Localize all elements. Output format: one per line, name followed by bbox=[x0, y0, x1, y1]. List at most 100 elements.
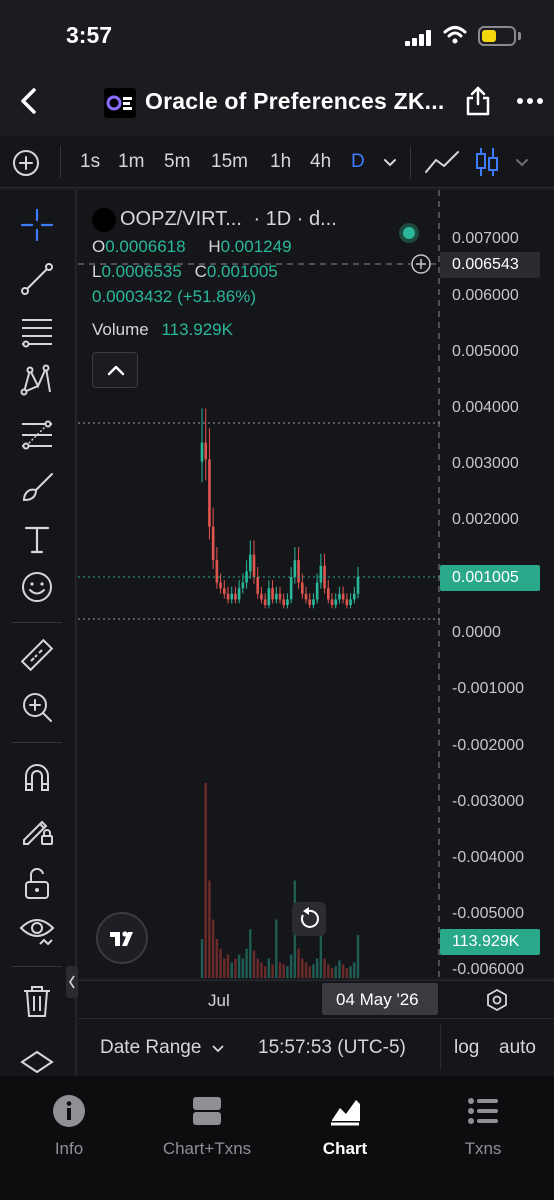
more-horizontal-icon[interactable] bbox=[516, 96, 544, 106]
volume-bar bbox=[315, 958, 319, 978]
crosshair-icon[interactable] bbox=[18, 206, 56, 244]
candle-body bbox=[204, 442, 208, 460]
price-tick: 0.003000 bbox=[452, 455, 519, 472]
timeframe-15m[interactable]: 15m bbox=[211, 151, 248, 173]
candle-body bbox=[300, 582, 304, 594]
ruler-icon[interactable] bbox=[18, 636, 56, 674]
add-indicator-icon[interactable] bbox=[12, 149, 40, 177]
status-bar: 3:57 bbox=[0, 0, 554, 70]
tab-label: Txns bbox=[464, 1139, 502, 1158]
status-time: 3:57 bbox=[66, 22, 113, 48]
chevron-left-icon[interactable] bbox=[14, 84, 44, 118]
token-logo bbox=[104, 88, 136, 118]
volume-bar bbox=[204, 783, 207, 978]
trend-line-icon[interactable] bbox=[18, 260, 56, 298]
legend-symbol: OOPZ/VIRT... bbox=[120, 208, 242, 230]
volume-bar bbox=[237, 954, 241, 978]
candle-body bbox=[308, 599, 312, 605]
emoji-icon[interactable] bbox=[18, 568, 56, 606]
eye-icon[interactable] bbox=[18, 912, 56, 950]
volume-bar bbox=[267, 958, 271, 978]
volume-bar bbox=[249, 929, 252, 978]
timeframe-d[interactable]: D bbox=[351, 151, 365, 173]
volume-bar bbox=[278, 962, 282, 978]
volume-bar bbox=[252, 950, 256, 978]
volume-bar bbox=[304, 962, 308, 978]
price-tick: 0.004000 bbox=[452, 399, 519, 416]
tab-info[interactable]: Info bbox=[0, 1094, 138, 1159]
chart-toolbar: 1s 1m 5m 15m 1h 4h D bbox=[0, 136, 554, 188]
volume-bar bbox=[334, 966, 337, 978]
tab-chart[interactable]: Chart bbox=[276, 1094, 414, 1159]
candle-body bbox=[356, 577, 360, 594]
volume-bar bbox=[345, 968, 349, 978]
volume-bar bbox=[260, 962, 263, 978]
timeframe-1m[interactable]: 1m bbox=[118, 151, 144, 173]
settings-icon[interactable] bbox=[486, 989, 508, 1011]
timeframe-1h[interactable]: 1h bbox=[270, 151, 291, 173]
candle-body bbox=[234, 593, 237, 600]
tab-txns[interactable]: Txns bbox=[414, 1094, 552, 1159]
unlock-icon[interactable] bbox=[18, 864, 56, 902]
candle-body bbox=[267, 588, 271, 605]
candle-body bbox=[341, 593, 345, 600]
pattern-icon[interactable] bbox=[18, 362, 56, 400]
volume-bar bbox=[234, 958, 237, 978]
log-scale-toggle[interactable]: log bbox=[454, 1037, 479, 1059]
cursor-price-label: 0.006543 bbox=[440, 252, 540, 278]
chevron-down-icon[interactable] bbox=[514, 155, 530, 169]
volume-bar bbox=[263, 966, 267, 978]
auto-scale-toggle[interactable]: auto bbox=[499, 1037, 536, 1059]
zoom-in-icon[interactable] bbox=[18, 688, 56, 726]
volume-bar bbox=[282, 964, 285, 978]
candle-body bbox=[208, 459, 211, 527]
collapse-legend-button[interactable] bbox=[92, 352, 138, 388]
volume-bar bbox=[219, 948, 222, 978]
candle-body bbox=[297, 560, 300, 583]
reset-chart-button[interactable] bbox=[292, 902, 326, 936]
volume-bar bbox=[297, 948, 300, 978]
volume-bar bbox=[349, 966, 352, 978]
candle-body bbox=[282, 599, 286, 605]
high-label: H bbox=[208, 237, 221, 256]
candle-body bbox=[312, 599, 315, 605]
trash-icon[interactable] bbox=[18, 982, 56, 1020]
text-icon[interactable] bbox=[18, 520, 56, 558]
timeframe-5m[interactable]: 5m bbox=[164, 151, 190, 173]
timeframe-1s[interactable]: 1s bbox=[80, 151, 100, 173]
brush-icon[interactable] bbox=[18, 468, 56, 506]
tradingview-logo[interactable] bbox=[96, 912, 148, 964]
chevron-down-icon[interactable] bbox=[382, 155, 398, 169]
candle-body bbox=[349, 599, 352, 605]
magnet-icon[interactable] bbox=[18, 758, 56, 796]
collapse-toolbar-handle[interactable] bbox=[66, 966, 78, 998]
legend-symbol-row[interactable]: OOPZ/VIRT... · 1D · d... bbox=[92, 204, 422, 243]
volume-bar bbox=[200, 939, 204, 978]
candle-body bbox=[248, 554, 252, 572]
lock-drawing-icon[interactable] bbox=[18, 810, 56, 848]
layers-icon[interactable] bbox=[18, 1046, 56, 1076]
candle-body bbox=[315, 582, 319, 600]
candle-body bbox=[289, 577, 293, 600]
candle-body bbox=[278, 593, 282, 600]
timeframe-4h[interactable]: 4h bbox=[310, 151, 331, 173]
volume-bar bbox=[211, 919, 215, 978]
fib-icon[interactable] bbox=[18, 416, 56, 454]
close-label: C bbox=[194, 262, 207, 281]
time-axis[interactable]: Jul 04 May '26 bbox=[78, 980, 554, 1018]
candlestick-icon[interactable] bbox=[474, 146, 500, 178]
line-chart-icon[interactable] bbox=[424, 148, 460, 176]
tab-label: Chart bbox=[322, 1139, 368, 1158]
signal-icon bbox=[405, 30, 433, 46]
share-icon[interactable] bbox=[463, 84, 493, 118]
volume-bar bbox=[341, 964, 345, 978]
bottom-tab-bar: Info Chart+Txns Chart Txns bbox=[0, 1076, 554, 1200]
split-view-icon bbox=[193, 1097, 221, 1125]
tab-chart-txns[interactable]: Chart+Txns bbox=[138, 1094, 276, 1159]
horizontal-lines-icon[interactable] bbox=[18, 312, 56, 350]
volume-bar bbox=[353, 962, 356, 978]
date-range-button[interactable]: Date Range bbox=[100, 1037, 225, 1059]
price-axis[interactable]: 0.007000 0.006000 0.005000 0.004000 0.00… bbox=[440, 190, 554, 978]
timezone-clock[interactable]: 15:57:53 (UTC-5) bbox=[258, 1037, 406, 1059]
candle-body bbox=[252, 554, 256, 577]
